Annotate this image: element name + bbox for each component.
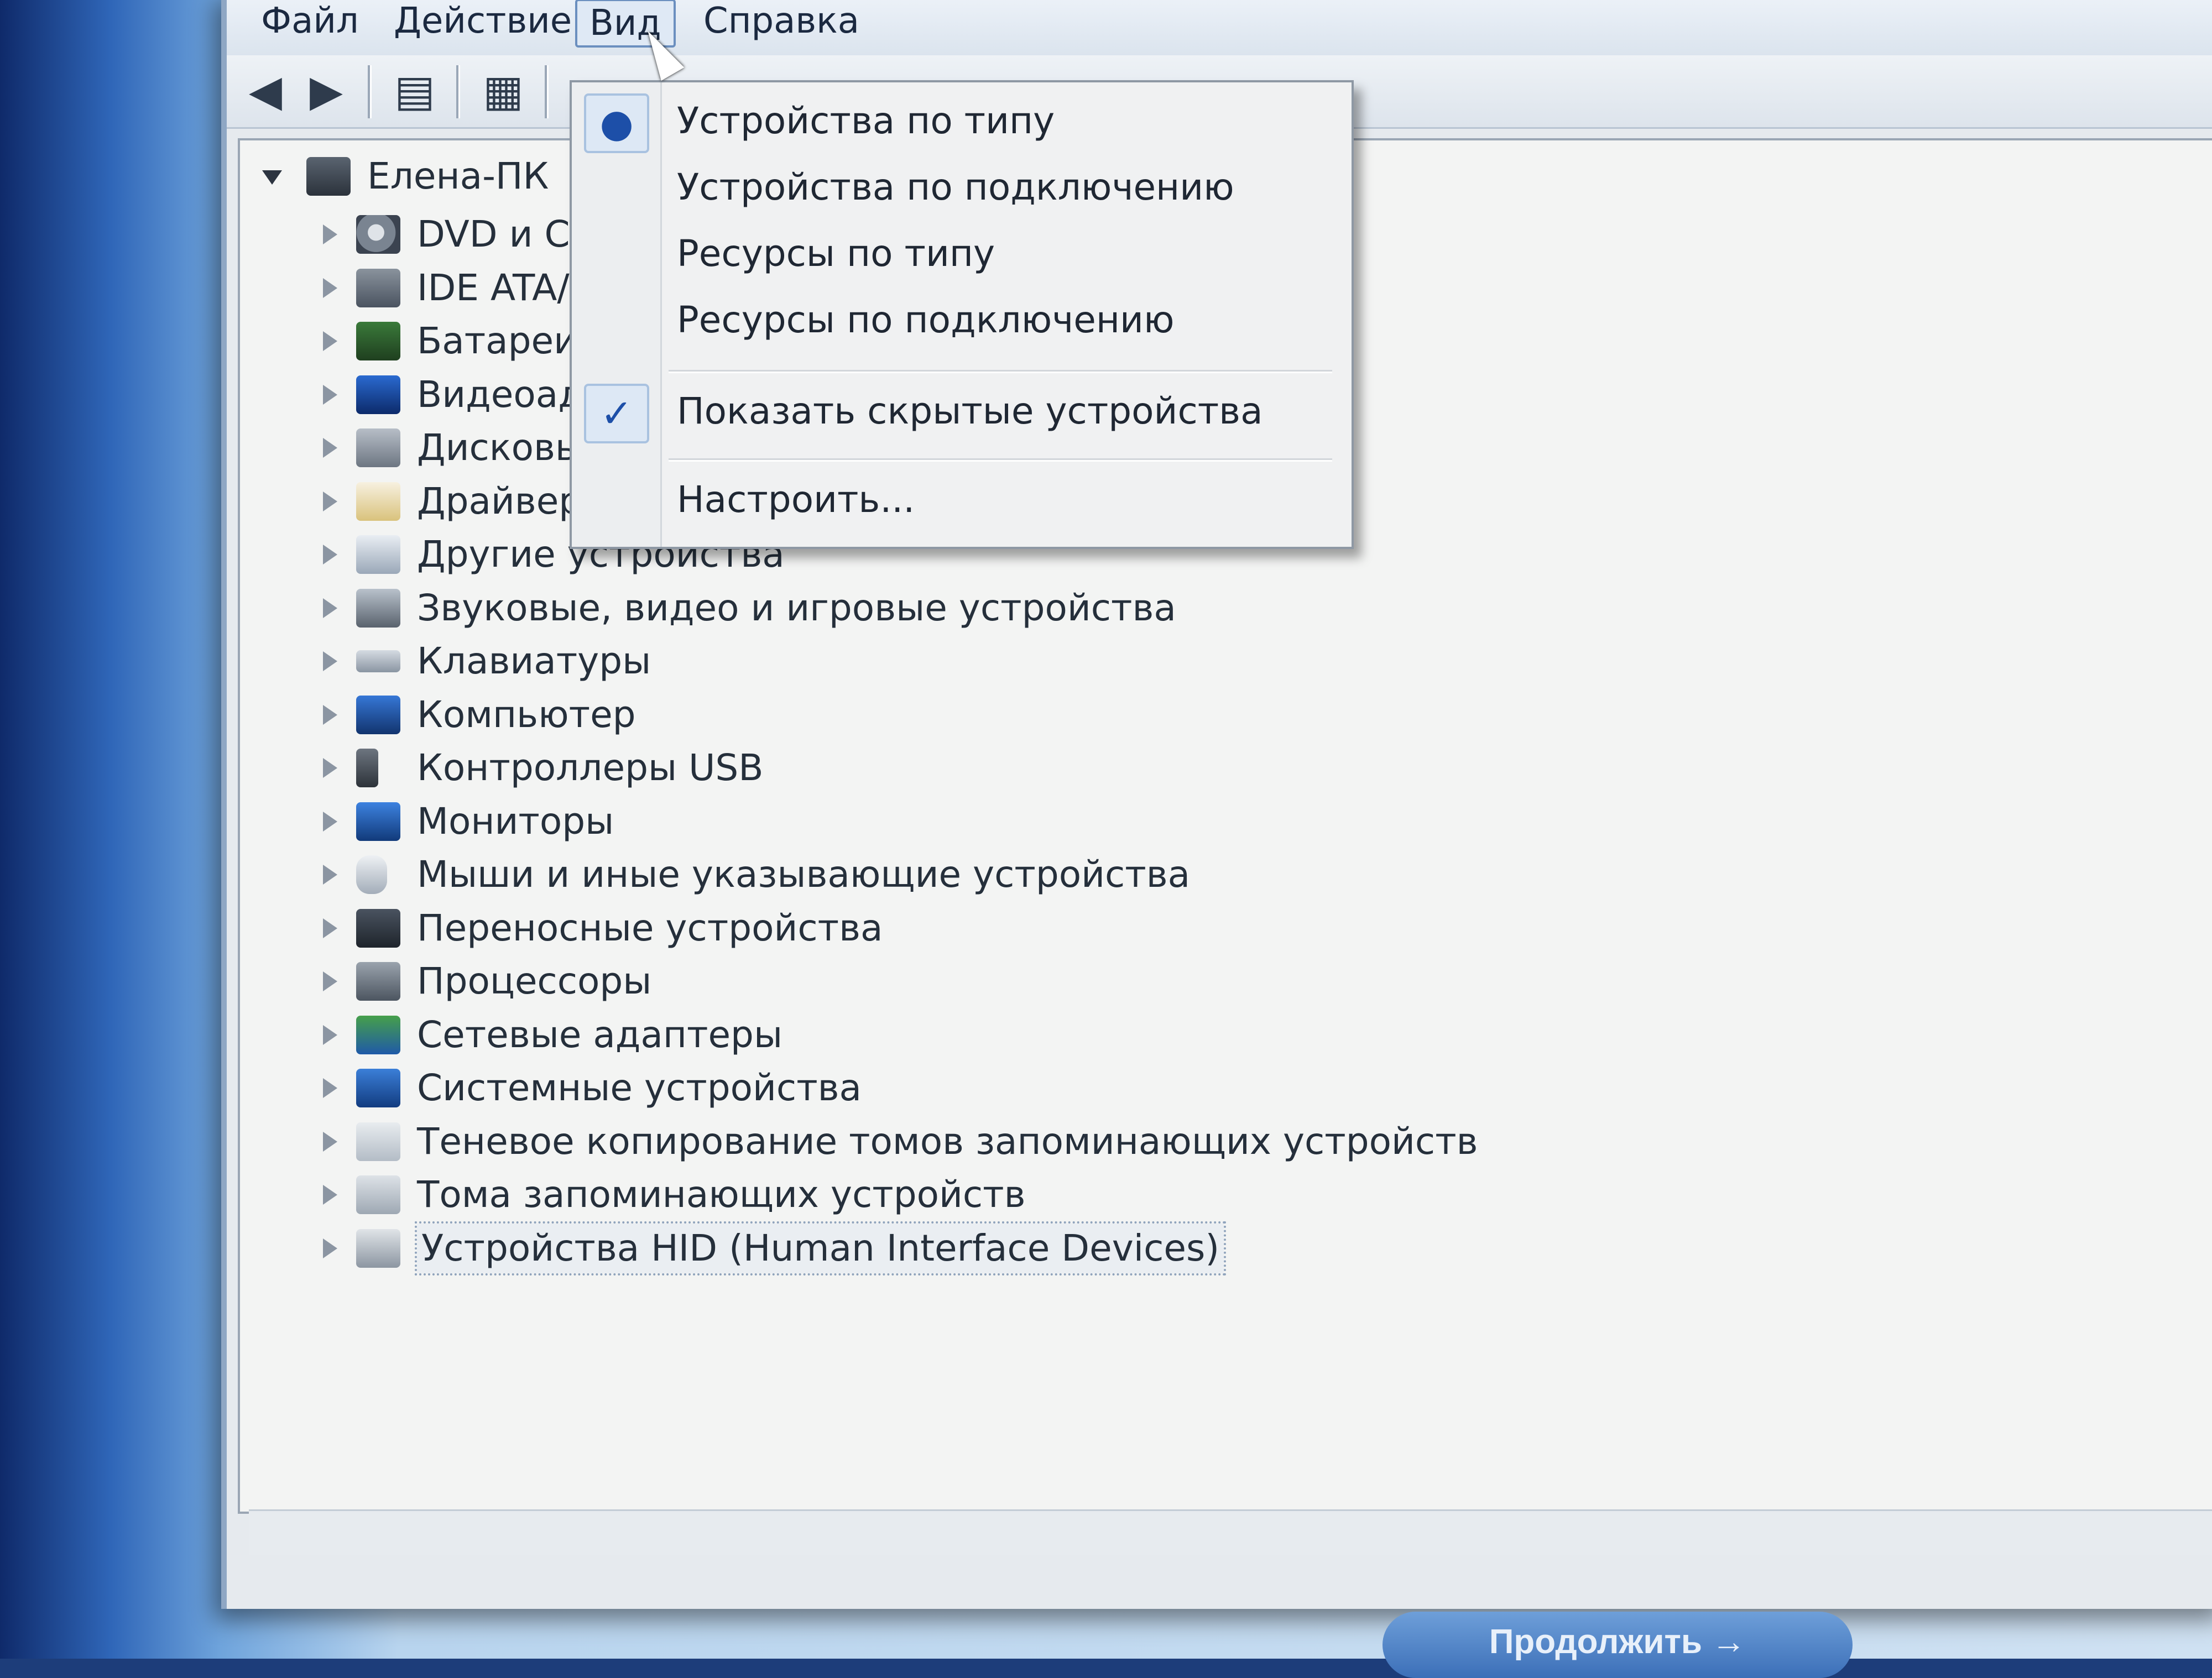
mouse-icon xyxy=(356,855,387,894)
menu-file[interactable]: Файл xyxy=(249,0,371,43)
expand-arrow-icon[interactable] xyxy=(323,865,337,885)
expand-arrow-icon[interactable] xyxy=(323,278,337,298)
menu-item-devices-by-type[interactable]: Устройства по типу xyxy=(677,93,1055,149)
sound-icon xyxy=(356,588,400,628)
keyboard-icon xyxy=(356,650,400,672)
expand-arrow-icon[interactable] xyxy=(323,491,337,511)
expand-arrow-icon[interactable] xyxy=(323,1024,337,1045)
arrow-left-icon[interactable]: ◀ xyxy=(238,66,293,116)
menu-bar: Файл Действие Вид Справка xyxy=(227,0,2212,57)
expand-arrow-icon[interactable] xyxy=(323,545,337,564)
shadow-copy-icon xyxy=(356,1122,400,1161)
computer-icon xyxy=(356,695,400,734)
view-menu-dropdown: ● Устройства по типу Устройства по подкл… xyxy=(570,80,1354,549)
battery-icon xyxy=(356,322,400,360)
monitor-icon xyxy=(356,802,400,841)
tree-item-label: Системные устройства xyxy=(417,1067,862,1109)
expand-arrow-icon[interactable] xyxy=(323,758,337,778)
tree-item-label: Контроллеры USB xyxy=(417,746,764,789)
tree-item-label: Клавиатуры xyxy=(417,640,651,682)
tree-item-label: Устройства HID (Human Interface Devices) xyxy=(414,1221,1227,1276)
expand-arrow-icon[interactable] xyxy=(323,331,337,351)
tree-item-label: Процессоры xyxy=(417,960,652,1002)
menu-item-show-hidden-devices[interactable]: Показать скрытые устройства xyxy=(677,384,1263,439)
tree-item-label: Компьютер xyxy=(417,693,636,736)
menu-item-devices-by-connection[interactable]: Устройства по подключению xyxy=(677,160,1234,215)
menu-item-resources-by-type[interactable]: Ресурсы по типу xyxy=(677,226,995,281)
system-device-icon xyxy=(356,1069,400,1107)
tree-item-label: Теневое копирование томов запоминающих у… xyxy=(417,1120,1478,1163)
computer-root-icon xyxy=(306,157,351,196)
processor-icon xyxy=(356,962,400,1001)
expand-arrow-icon[interactable] xyxy=(323,918,337,938)
ide-icon xyxy=(356,268,400,307)
disk-icon xyxy=(356,428,400,467)
horizontal-scrollbar[interactable] xyxy=(249,1509,2212,1555)
tree-item-label: Тома запоминающих устройств xyxy=(417,1173,1026,1216)
properties-icon[interactable]: ▦ xyxy=(476,66,531,116)
menu-item-customize[interactable]: Настроить... xyxy=(677,472,915,527)
tree-item-label: Сетевые адаптеры xyxy=(417,1013,783,1056)
expand-arrow-icon[interactable] xyxy=(323,704,337,725)
toolbar-separator xyxy=(545,65,549,118)
tree-item-label: Мыши и иные указывающие устройства xyxy=(417,853,1191,896)
tree-item-label: Звуковые, видео и игровые устройства xyxy=(417,586,1176,629)
expand-arrow-icon[interactable] xyxy=(323,598,337,618)
collapse-arrow-icon[interactable] xyxy=(262,170,282,185)
expand-arrow-icon[interactable] xyxy=(323,971,337,991)
arrow-right-icon[interactable]: ▶ xyxy=(299,66,354,116)
network-adapter-icon xyxy=(356,1015,400,1054)
toolbar-separator xyxy=(368,65,372,118)
tree-item-label: Батареи xyxy=(417,320,578,362)
usb-icon xyxy=(356,749,378,787)
other-devices-icon xyxy=(356,535,400,574)
video-adapter-icon xyxy=(356,375,400,414)
radio-selected-icon: ● xyxy=(584,93,649,153)
tree-item-label: IDE ATA/ xyxy=(417,266,570,309)
expand-arrow-icon[interactable] xyxy=(323,651,337,671)
hid-icon xyxy=(356,1229,400,1268)
expand-arrow-icon[interactable] xyxy=(323,384,337,405)
expand-arrow-icon[interactable] xyxy=(323,1131,337,1152)
expand-arrow-icon[interactable] xyxy=(323,1185,337,1205)
tree-item-label: Дисковы xyxy=(417,426,584,469)
tree-item-label: Мониторы xyxy=(417,799,614,843)
menu-separator xyxy=(669,458,1332,462)
storage-volume-icon xyxy=(356,1175,400,1214)
dvd-icon xyxy=(356,215,400,254)
expand-arrow-icon[interactable] xyxy=(323,224,337,244)
console-tree-icon[interactable]: ▤ xyxy=(387,66,442,116)
menu-separator xyxy=(669,370,1332,373)
continue-button[interactable]: Продолжить → xyxy=(1383,1612,1853,1678)
tree-item-label: Переносные устройства xyxy=(417,906,883,949)
portable-device-icon xyxy=(356,908,400,948)
expand-arrow-icon[interactable] xyxy=(323,1078,337,1098)
checkmark-icon: ✓ xyxy=(584,384,649,443)
toolbar-separator xyxy=(456,65,460,118)
expand-arrow-icon[interactable] xyxy=(323,811,337,832)
menu-action[interactable]: Действие xyxy=(382,0,584,43)
menu-help[interactable]: Справка xyxy=(691,0,872,43)
expand-arrow-icon[interactable] xyxy=(323,1238,337,1258)
tree-root-label: Елена-ПК xyxy=(367,155,549,197)
expand-arrow-icon[interactable] xyxy=(323,438,337,458)
driver-icon xyxy=(356,482,400,521)
menu-item-resources-by-connection[interactable]: Ресурсы по подключению xyxy=(677,292,1175,348)
